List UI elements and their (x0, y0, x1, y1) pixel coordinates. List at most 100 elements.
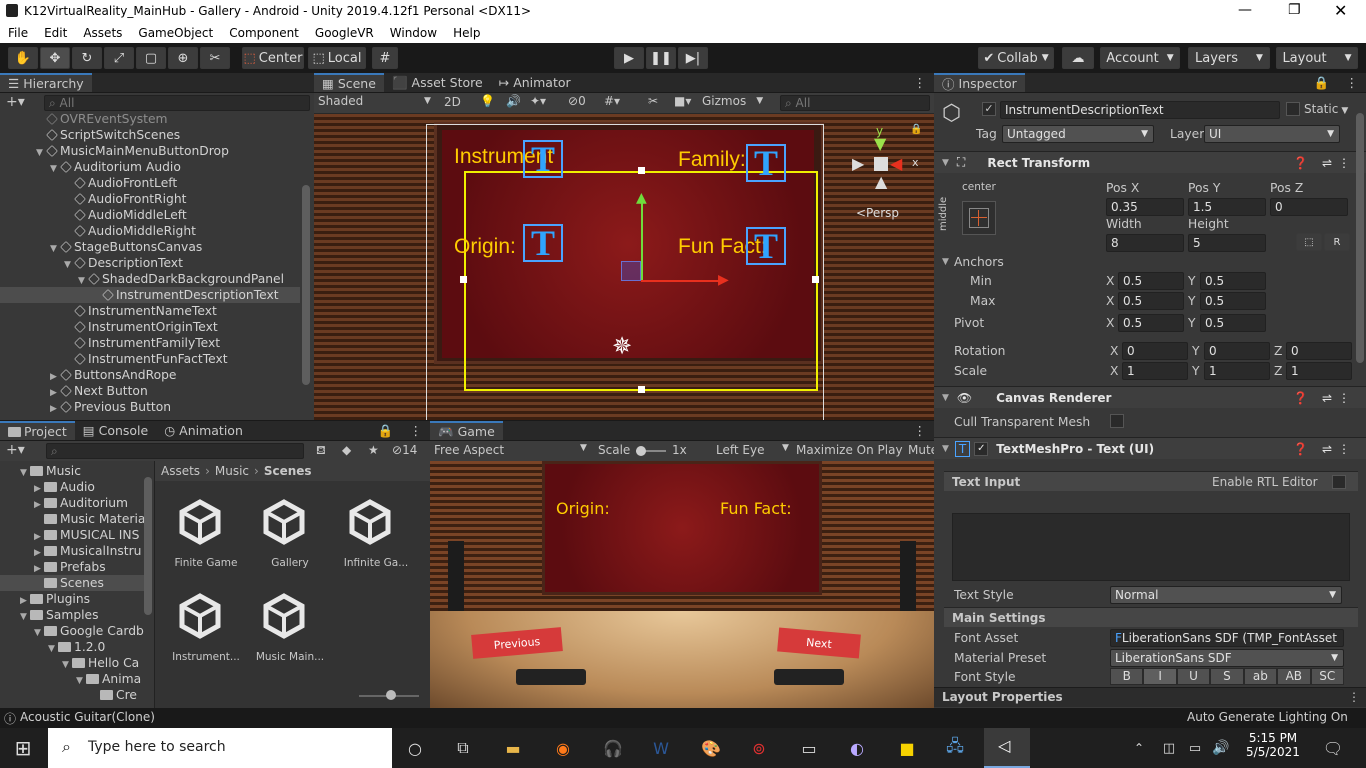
tree-item[interactable]: ▶ Plugins (0, 591, 144, 607)
tree-item[interactable]: ▶ Auditorium (0, 495, 144, 511)
tree-item[interactable]: Music Materia (0, 511, 144, 527)
menu-component[interactable]: Component (221, 26, 307, 40)
width-field[interactable]: 8 (1106, 234, 1184, 252)
expand-arrow-icon[interactable]: ▼ (62, 657, 72, 673)
rect-handle[interactable] (812, 276, 819, 283)
cull-mesh-checkbox[interactable] (1110, 414, 1124, 428)
windows-start-icon[interactable]: ⊞ (8, 733, 38, 763)
tree-item[interactable]: ▶ ButtonsAndRope (0, 367, 300, 383)
maximize-icon[interactable]: ❐ (1288, 2, 1301, 18)
preset-icon[interactable]: ⇌ (1322, 391, 1332, 405)
menu-edit[interactable]: Edit (36, 26, 75, 40)
layout-properties-bar[interactable]: Layout Properties ⋮ (934, 687, 1366, 707)
breadcrumb-scenes[interactable]: Scenes (264, 464, 312, 478)
effects-icon[interactable]: ✦▾ (530, 94, 546, 108)
layer-dropdown[interactable]: UI ▼ (1204, 125, 1340, 143)
hierarchy-search-input[interactable]: ⌕ All (44, 95, 310, 111)
font-style-button[interactable]: S (1210, 668, 1244, 685)
tree-item[interactable]: AudioFrontRight (0, 191, 300, 207)
preset-icon[interactable]: ⇌ (1322, 156, 1332, 170)
pivot-center-button[interactable]: ⬚ Center (242, 47, 304, 69)
task-view-icon[interactable]: ⧉ (448, 733, 478, 763)
eclipse-icon[interactable]: ◐ (842, 733, 872, 763)
layout-dropdown[interactable]: Layout ▼ (1276, 47, 1358, 69)
anchor-min-x-field[interactable]: 0.5 (1118, 272, 1184, 290)
anchor-min-y-field[interactable]: 0.5 (1200, 272, 1266, 290)
breadcrumb-assets[interactable]: Assets (161, 464, 200, 478)
tree-item[interactable]: InstrumentFamilyText (0, 335, 300, 351)
static-checkbox[interactable] (1286, 102, 1300, 116)
tools-icon[interactable]: ✂ (648, 94, 658, 108)
expand-arrow-icon[interactable]: ▼ (76, 673, 86, 689)
xy-plane-handle[interactable] (621, 261, 641, 281)
tab-hierarchy[interactable]: ☰ Hierarchy (0, 73, 92, 92)
tree-item[interactable]: ▼ 1.2.0 (0, 639, 144, 655)
lock-icon[interactable]: 🔒 (1306, 73, 1338, 92)
tree-item[interactable]: ▼ Google Cardb (0, 623, 144, 639)
font-style-button[interactable]: U (1176, 668, 1211, 685)
menu-googlevr[interactable]: GoogleVR (307, 26, 382, 40)
asset-item[interactable]: Instrument... (169, 585, 243, 663)
rect-handle[interactable] (460, 276, 467, 283)
pivot-local-button[interactable]: ⬚ Local (308, 47, 366, 69)
rotation-x-field[interactable]: 0 (1122, 342, 1188, 360)
taskbar-clock[interactable]: 5:15 PM 5/5/2021 (1238, 731, 1308, 759)
scale-z-field[interactable]: 1 (1286, 362, 1352, 380)
hand-tool-icon[interactable]: ✋ (8, 47, 38, 69)
status-message[interactable]: Acoustic Guitar(Clone) (20, 710, 155, 724)
tree-item[interactable]: ▼ DescriptionText (0, 255, 300, 271)
text-input-area[interactable] (952, 513, 1350, 581)
eye-dropdown[interactable]: Left Eye ▼ (716, 443, 792, 457)
terminal-icon[interactable]: ▭ (794, 733, 824, 763)
grid-snap-icon[interactable]: # (372, 47, 398, 69)
asset-item[interactable]: Gallery (253, 491, 327, 569)
breadcrumb-music[interactable]: Music (215, 464, 249, 478)
tree-item[interactable]: ▼ MusicMainMenuButtonDrop (0, 143, 300, 159)
font-style-button[interactable]: B (1110, 668, 1144, 685)
tree-item[interactable]: InstrumentOriginText (0, 319, 300, 335)
sticky-notes-icon[interactable]: ■ (892, 733, 922, 763)
tree-item[interactable]: ▶ Prefabs (0, 559, 144, 575)
menu-file[interactable]: File (0, 26, 36, 40)
tree-item[interactable]: ▼ StageButtonsCanvas (0, 239, 300, 255)
headset-app-icon[interactable]: 🎧 (598, 733, 628, 763)
project-menu-icon[interactable]: ⋮ (402, 421, 431, 440)
tree-item[interactable]: ▼ Music (0, 463, 144, 479)
expand-arrow-icon[interactable]: ▼ (48, 641, 58, 657)
scene-menu-icon[interactable]: ⋮ (906, 73, 935, 92)
account-dropdown[interactable]: Account ▼ (1100, 47, 1180, 69)
help-icon[interactable]: ❓ (1293, 156, 1308, 170)
tab-animator[interactable]: ↦ Animator (491, 73, 579, 92)
2d-toggle[interactable]: 2D (444, 95, 461, 109)
tab-console[interactable]: ▤ Console (75, 421, 156, 440)
tree-item[interactable]: ▼ Hello Ca (0, 655, 144, 671)
recorder-icon[interactable]: ⊚ (744, 733, 774, 763)
hidden-objects-icon[interactable]: ⊘0 (568, 94, 586, 108)
taskbar-search-input[interactable]: ⌕ Type here to search (48, 728, 392, 768)
menu-help[interactable]: Help (445, 26, 488, 40)
text-style-dropdown[interactable]: Normal ▼ (1110, 586, 1342, 604)
inspector-menu-icon[interactable]: ⋮ (1338, 73, 1366, 92)
posx-field[interactable]: 0.35 (1106, 198, 1184, 216)
icon-size-slider-thumb[interactable] (386, 690, 396, 700)
notifications-icon[interactable]: 🗨 (1318, 733, 1348, 763)
aspect-dropdown[interactable]: Free Aspect ▼ (434, 443, 590, 457)
grid-toggle-icon[interactable]: #▾ (604, 94, 620, 108)
volume-icon[interactable]: 🔊 (1206, 733, 1236, 763)
rect-transform-header[interactable]: ▼ ⛶ Rect Transform ❓ ⇌ ⋮ (934, 151, 1366, 173)
tmp-enabled-checkbox[interactable]: ✓ (974, 441, 989, 456)
file-explorer-icon[interactable]: ▬ (498, 733, 528, 763)
scene-viewport[interactable]: Instrument Family: Origin: Fun Fact: T T… (314, 114, 934, 420)
unity-taskbar-button[interactable]: ◁ (984, 728, 1030, 768)
camera-icon[interactable]: ■▾ (674, 94, 691, 108)
audio-icon[interactable]: 🔊 (506, 94, 521, 108)
expand-arrow-icon[interactable]: ▼ (20, 609, 30, 625)
add-icon[interactable]: +▾ (6, 442, 25, 458)
hierarchy-scrollbar[interactable] (302, 185, 310, 385)
rotate-tool-icon[interactable]: ↻ (72, 47, 102, 69)
font-style-button[interactable]: SC (1310, 668, 1344, 685)
show-hidden-icons-icon[interactable]: ⌃ (1124, 733, 1154, 763)
scale-tool-icon[interactable]: ⤢ (104, 47, 134, 69)
component-menu-icon[interactable]: ⋮ (1338, 156, 1350, 170)
tree-item[interactable]: InstrumentDescriptionText (0, 287, 300, 303)
